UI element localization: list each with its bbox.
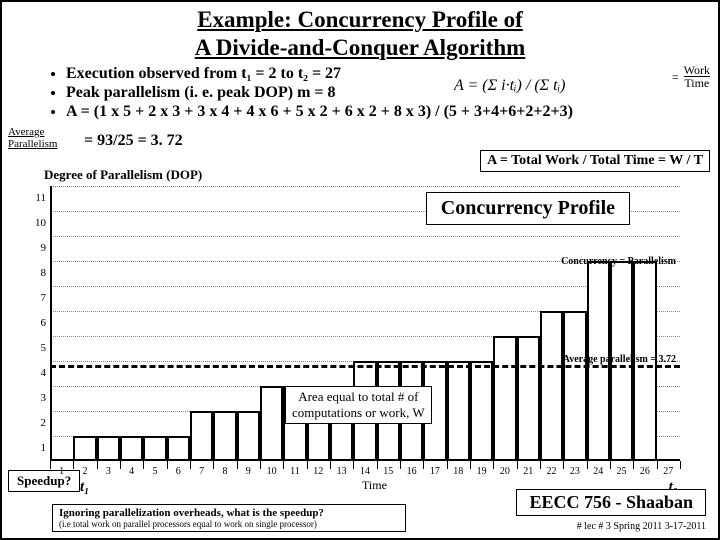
title-line2: A Divide-and-Conquer Algorithm	[195, 35, 526, 60]
slide: Example: Concurrency Profile of A Divide…	[0, 0, 720, 540]
ignore-l1: Ignoring parallelization overheads, what…	[59, 507, 399, 519]
time-axis-label: Time	[362, 478, 387, 493]
formula-box: A = Total Work / Total Time = W / T	[480, 150, 710, 172]
summation-formula: A = (Σ i·tᵢ) / (Σ tᵢ)	[454, 62, 614, 106]
bullet-2: Peak parallelism (i. e. peak DOP) m = 8	[66, 84, 718, 102]
title-line1: Example: Concurrency Profile of	[197, 7, 523, 32]
svg-text:A = (Σ i·tᵢ) / (Σ tᵢ): A = (Σ i·tᵢ) / (Σ tᵢ)	[454, 77, 565, 94]
time-label: Time	[684, 76, 709, 90]
y-axis-labels: 1110987654321	[30, 186, 46, 461]
slide-title: Example: Concurrency Profile of A Divide…	[2, 6, 718, 61]
avg-line	[50, 365, 680, 368]
lecture-info: # lec # 3 Spring 2011 3-17-2011	[577, 521, 706, 532]
work-over-time: = Work Time	[672, 64, 710, 89]
bullet-3: A = (1 x 5 + 2 x 3 + 3 x 4 + 4 x 6 + 5 x…	[66, 103, 718, 121]
dop-axis-label: Degree of Parallelism (DOP)	[44, 167, 202, 183]
area-box: Area equal to total # of computations or…	[285, 386, 432, 424]
ignore-l2: (i.e total work on parallel processors e…	[59, 519, 399, 529]
avg-note: Average parallelism = 3.72	[563, 354, 676, 365]
area-l2: computations or work, W	[292, 405, 425, 420]
bullet-4: = 93/25 = 3. 72	[84, 132, 183, 150]
bullet-list: Execution observed from t₁ = 2 to t₂ = 2…	[26, 65, 718, 121]
bullet-1: Execution observed from t₁ = 2 to t₂ = 2…	[66, 65, 718, 83]
speedup-question-box: Ignoring parallelization overheads, what…	[52, 504, 406, 532]
t1-label: t₁	[80, 479, 89, 496]
concurrency-profile-box: Concurrency Profile	[426, 192, 630, 225]
avgpar-l2: Parallelism	[8, 138, 58, 150]
avgpar-l1: Average	[8, 126, 44, 138]
concurrency-note: Concurrency = Parallelism	[561, 256, 676, 267]
concurrency-chart: 1110987654321 12345678910111213141516171…	[50, 186, 680, 461]
area-l1: Area equal to total # of	[298, 389, 418, 404]
speedup-box: Speedup?	[8, 470, 80, 492]
avg-parallelism-label: Average Parallelism	[8, 126, 58, 150]
equals-sign: =	[672, 71, 679, 83]
course-box: EECC 756 - Shaaban	[516, 489, 706, 516]
x-axis-labels: 1234567891011121314151617181920212223242…	[50, 466, 680, 477]
